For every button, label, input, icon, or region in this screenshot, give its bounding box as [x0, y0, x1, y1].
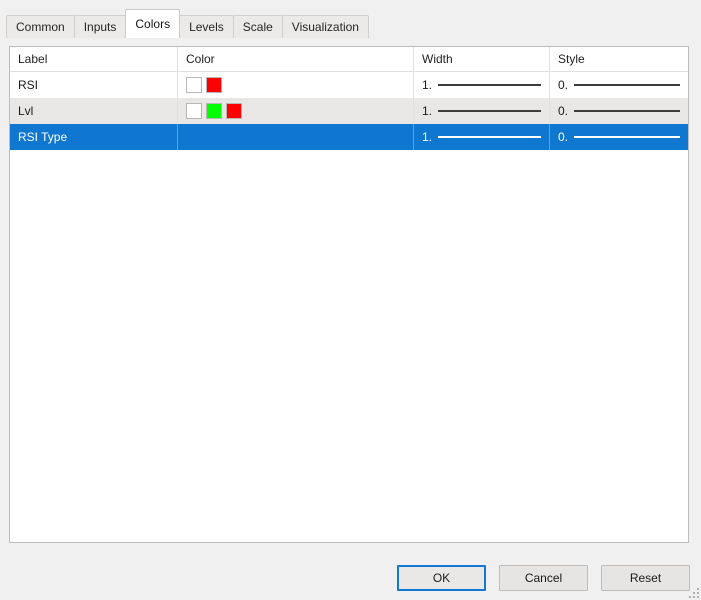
column-header-style[interactable]: Style: [549, 47, 688, 71]
width-preview: 1.: [422, 78, 549, 92]
color-swatch[interactable]: [186, 77, 202, 93]
tab-strip: Common Inputs Colors Levels Scale Visual…: [0, 0, 701, 38]
tab-label: Visualization: [291, 20, 359, 34]
style-preview: 0.: [558, 104, 688, 118]
reset-button[interactable]: Reset: [601, 565, 690, 591]
cancel-button[interactable]: Cancel: [499, 565, 588, 591]
row-label-cell[interactable]: Lvl: [10, 98, 177, 124]
line-width-sample: [438, 136, 541, 138]
color-swatch[interactable]: [186, 103, 202, 119]
row-color-cell[interactable]: [177, 98, 413, 124]
style-value: 0.: [558, 130, 569, 144]
style-preview: 0.: [558, 78, 688, 92]
row-style-cell[interactable]: 0.: [549, 124, 688, 150]
line-width-sample: [438, 110, 541, 112]
tab-label: Inputs: [83, 20, 117, 34]
color-swatch[interactable]: [206, 103, 222, 119]
style-preview: 0.: [558, 130, 688, 144]
color-swatch[interactable]: [226, 103, 242, 119]
row-width-cell[interactable]: 1.: [413, 124, 549, 150]
tab-inputs[interactable]: Inputs: [73, 15, 127, 38]
row-label-text: Lvl: [18, 104, 34, 118]
tab-label: Scale: [242, 20, 273, 34]
tab-label: Colors: [135, 17, 171, 31]
tab-common[interactable]: Common: [6, 15, 75, 38]
row-label-text: RSI Type: [18, 130, 68, 144]
column-header-label[interactable]: Label: [10, 47, 177, 71]
tab-levels[interactable]: Levels: [179, 15, 234, 38]
row-label-cell[interactable]: RSI: [10, 72, 177, 98]
tab-visualization[interactable]: Visualization: [281, 15, 369, 38]
table-row-selected[interactable]: RSI Type 1. 0.: [10, 124, 688, 150]
line-style-sample: [574, 84, 680, 86]
row-color-cell[interactable]: [177, 72, 413, 98]
button-label: Cancel: [524, 571, 563, 585]
dialog-footer: OK Cancel Reset: [0, 552, 701, 600]
indicator-properties-dialog: Common Inputs Colors Levels Scale Visual…: [0, 0, 701, 600]
row-label-cell[interactable]: RSI Type: [10, 124, 177, 150]
row-label-text: RSI: [18, 78, 39, 92]
column-header-text: Width: [422, 52, 453, 66]
line-style-sample: [574, 110, 680, 112]
column-header-text: Style: [558, 52, 585, 66]
color-swatch-group: [186, 77, 222, 93]
column-header-color[interactable]: Color: [177, 47, 413, 71]
width-preview: 1.: [422, 104, 549, 118]
resize-grip-icon[interactable]: [688, 587, 699, 598]
button-label: Reset: [629, 571, 662, 585]
color-swatch-group: [186, 103, 242, 119]
style-value: 0.: [558, 78, 569, 92]
tab-label: Common: [16, 20, 65, 34]
line-style-sample: [574, 136, 680, 138]
column-header-width[interactable]: Width: [413, 47, 549, 71]
color-swatch[interactable]: [206, 77, 222, 93]
line-width-sample: [438, 84, 541, 86]
dialog-button-row: OK Cancel Reset: [397, 565, 690, 591]
tab-scale[interactable]: Scale: [232, 15, 283, 38]
ok-button[interactable]: OK: [397, 565, 486, 591]
row-width-cell[interactable]: 1.: [413, 72, 549, 98]
tab-list: Common Inputs Colors Levels Scale Visual…: [6, 6, 369, 38]
column-header-text: Color: [186, 52, 215, 66]
button-label: OK: [432, 571, 451, 585]
tab-label: Levels: [189, 20, 224, 34]
colors-table: Label Color Width Style RSI 1. 0. Lvl 1.…: [9, 46, 689, 543]
row-style-cell[interactable]: 0.: [549, 72, 688, 98]
table-row[interactable]: RSI 1. 0.: [10, 72, 688, 98]
width-preview: 1.: [422, 130, 549, 144]
row-color-cell[interactable]: [177, 124, 413, 150]
row-style-cell[interactable]: 0.: [549, 98, 688, 124]
style-value: 0.: [558, 104, 569, 118]
column-header-text: Label: [18, 52, 48, 66]
row-width-cell[interactable]: 1.: [413, 98, 549, 124]
width-value: 1.: [422, 78, 433, 92]
width-value: 1.: [422, 130, 433, 144]
table-header-row: Label Color Width Style: [10, 47, 688, 72]
table-row[interactable]: Lvl 1. 0.: [10, 98, 688, 124]
width-value: 1.: [422, 104, 433, 118]
tab-colors[interactable]: Colors: [125, 9, 181, 38]
